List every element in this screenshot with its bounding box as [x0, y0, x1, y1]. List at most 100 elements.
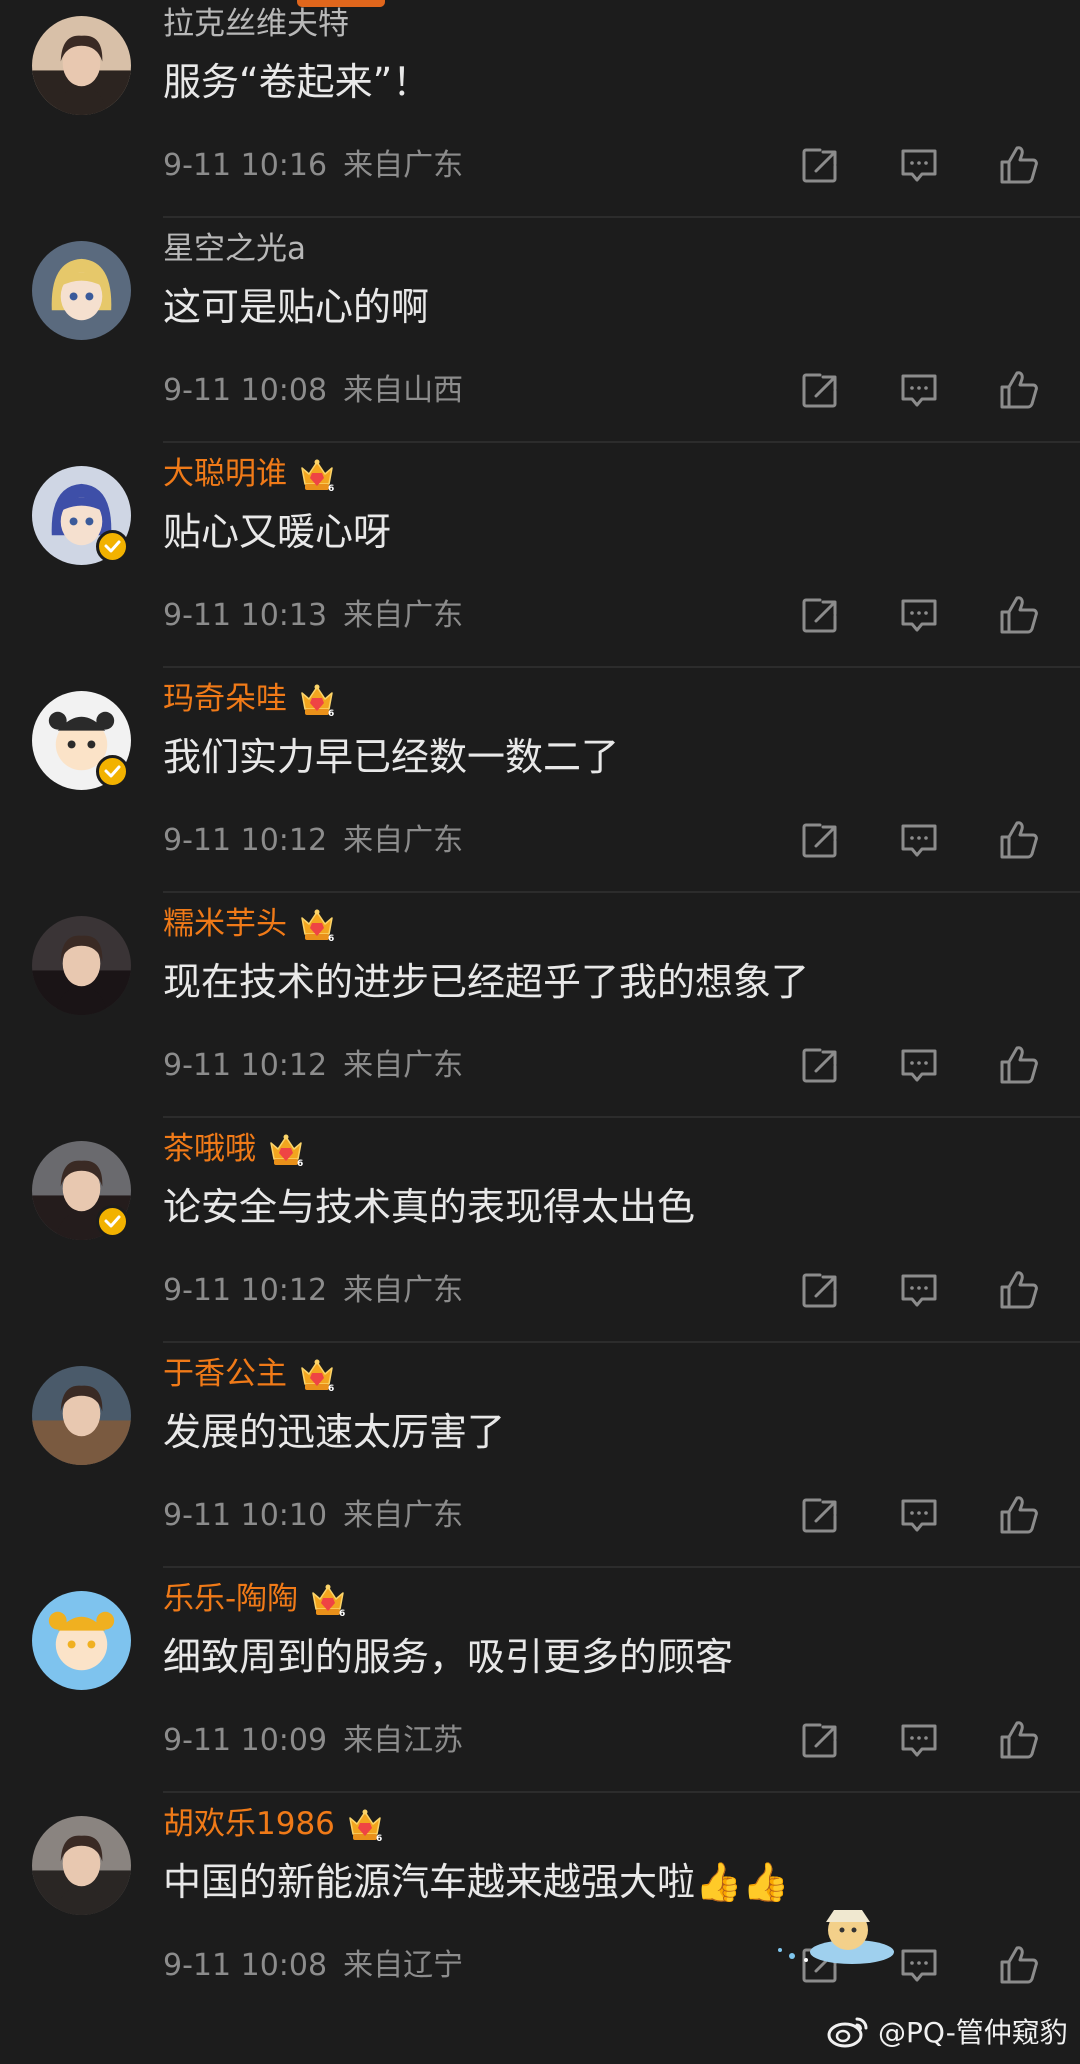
share-button[interactable]	[796, 1041, 844, 1089]
user-avatar[interactable]	[32, 1591, 131, 1690]
reply-icon	[901, 599, 937, 632]
reply-icon	[901, 149, 937, 182]
username-line: 糯米芋头 6	[163, 904, 337, 944]
comment-item: 星空之光a 这可是贴心的啊 9-11 10:08 来自山西	[0, 231, 1080, 467]
divider	[163, 1341, 1080, 1343]
share-button[interactable]	[796, 366, 844, 414]
like-button[interactable]	[995, 1716, 1043, 1764]
reply-icon	[901, 1274, 937, 1307]
user-avatar[interactable]	[32, 1816, 131, 1915]
share-icon	[802, 1723, 837, 1758]
comment-meta: 9-11 10:08 来自辽宁	[163, 1946, 463, 1986]
comment-date: 9-11 10:08	[163, 1948, 328, 1983]
share-icon	[802, 1273, 837, 1308]
share-button[interactable]	[796, 141, 844, 189]
share-icon	[802, 148, 837, 183]
svg-text:6: 6	[376, 1834, 382, 1844]
comment-item: 拉克丝维夫特 服务“卷起来”！ 9-11 10:16 来自广东	[0, 6, 1080, 242]
sticker-image	[778, 1910, 894, 1964]
username[interactable]: 星空之光a	[163, 229, 306, 269]
comment-date: 9-11 10:12	[163, 1048, 328, 1083]
reply-icon	[901, 1499, 937, 1532]
user-avatar[interactable]	[32, 241, 131, 340]
comment-location: 来自江苏	[343, 1723, 464, 1758]
like-button[interactable]	[995, 816, 1043, 864]
share-button[interactable]	[796, 1716, 844, 1764]
comment-location: 来自广东	[343, 1273, 464, 1308]
reply-button[interactable]	[895, 366, 943, 414]
user-avatar[interactable]	[32, 16, 131, 115]
comment-text: 服务“卷起来”！	[163, 60, 431, 104]
username[interactable]: 拉克丝维夫特	[163, 4, 349, 44]
comment-date: 9-11 10:13	[163, 598, 328, 633]
user-avatar[interactable]	[32, 916, 131, 1015]
like-button[interactable]	[995, 1941, 1043, 1989]
username[interactable]: 乐乐-陶陶	[163, 1579, 298, 1619]
comment-meta: 9-11 10:12 来自广东	[163, 1271, 463, 1311]
share-icon	[802, 823, 837, 858]
reply-button[interactable]	[895, 816, 943, 864]
divider	[163, 891, 1080, 893]
username-line: 玛奇朵哇 6	[163, 679, 337, 719]
username[interactable]: 于香公主	[163, 1354, 287, 1394]
thumbs-up-icon	[1000, 1946, 1038, 1984]
divider	[163, 441, 1080, 443]
like-button[interactable]	[995, 366, 1043, 414]
comment-meta: 9-11 10:09 来自江苏	[163, 1721, 463, 1761]
svg-text:6: 6	[328, 1384, 334, 1394]
username-line: 星空之光a	[163, 229, 306, 269]
comment-date: 9-11 10:16	[163, 148, 328, 183]
reply-button[interactable]	[895, 591, 943, 639]
comment-location: 来自山西	[343, 373, 464, 408]
svg-text:6: 6	[328, 934, 334, 944]
svg-text:6: 6	[328, 484, 334, 494]
divider	[163, 666, 1080, 668]
vip-crown-icon: 6	[266, 1129, 306, 1169]
user-avatar[interactable]	[32, 1366, 131, 1465]
weibo-logo-icon	[827, 2017, 868, 2048]
username[interactable]: 胡欢乐1986	[163, 1804, 335, 1844]
comment-text: 论安全与技术真的表现得太出色	[163, 1185, 696, 1229]
like-button[interactable]	[995, 1491, 1043, 1539]
reply-button[interactable]	[895, 1041, 943, 1089]
share-button[interactable]	[796, 816, 844, 864]
share-icon	[802, 1048, 837, 1083]
reply-button[interactable]	[895, 141, 943, 189]
verified-badge-icon	[96, 755, 129, 788]
comment-meta: 9-11 10:10 来自广东	[163, 1496, 463, 1536]
like-button[interactable]	[995, 141, 1043, 189]
comment-location: 来自广东	[343, 598, 464, 633]
username[interactable]: 大聪明谁	[163, 454, 287, 494]
comment-date: 9-11 10:10	[163, 1498, 328, 1533]
share-button[interactable]	[796, 1266, 844, 1314]
reply-button[interactable]	[895, 1941, 943, 1989]
share-icon	[802, 1498, 837, 1533]
vip-crown-icon: 6	[297, 904, 337, 944]
comment-location: 来自辽宁	[343, 1948, 464, 1983]
comment-location: 来自广东	[343, 823, 464, 858]
comment-meta: 9-11 10:12 来自广东	[163, 821, 463, 861]
like-button[interactable]	[995, 591, 1043, 639]
reply-button[interactable]	[895, 1716, 943, 1764]
share-icon	[802, 598, 837, 633]
watermark: @PQ-管仲窥豹	[826, 2008, 1068, 2054]
verified-badge-icon	[96, 1205, 129, 1238]
username[interactable]: 玛奇朵哇	[163, 679, 287, 719]
like-button[interactable]	[995, 1266, 1043, 1314]
username-line: 于香公主 6	[163, 1354, 337, 1394]
username[interactable]: 糯米芋头	[163, 904, 287, 944]
like-button[interactable]	[995, 1041, 1043, 1089]
username[interactable]: 茶哦哦	[163, 1129, 256, 1169]
reply-button[interactable]	[895, 1491, 943, 1539]
divider	[163, 216, 1080, 218]
comment-text: 中国的新能源汽车越来越强大啦👍👍	[163, 1860, 790, 1904]
comment-meta: 9-11 10:12 来自广东	[163, 1046, 463, 1086]
share-button[interactable]	[796, 591, 844, 639]
comment-text: 这可是贴心的啊	[163, 285, 430, 329]
comment-date: 9-11 10:12	[163, 1273, 328, 1308]
thumbs-up-icon	[1000, 821, 1038, 859]
share-button[interactable]	[796, 1491, 844, 1539]
vip-crown-icon: 6	[345, 1804, 385, 1844]
reply-button[interactable]	[895, 1266, 943, 1314]
comment-location: 来自广东	[343, 1498, 464, 1533]
